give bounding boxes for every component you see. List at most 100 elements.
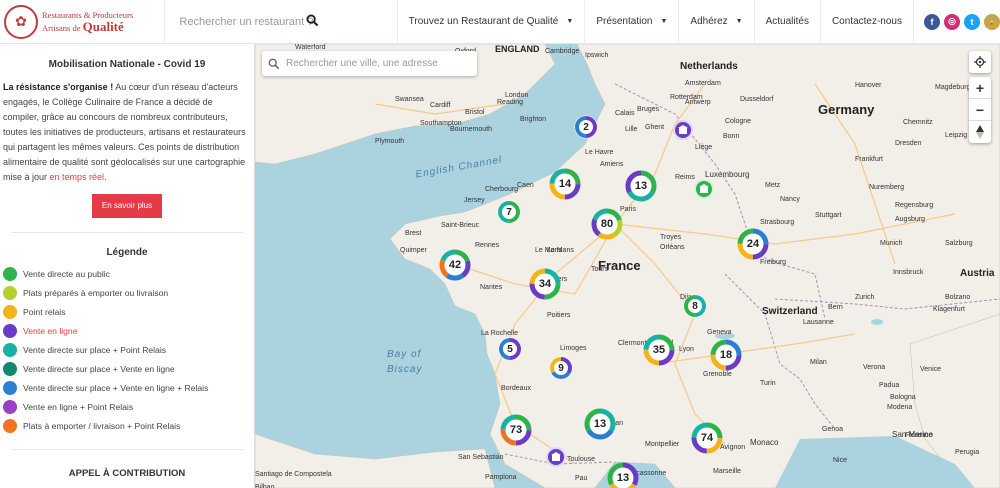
map-cluster[interactable]: 2 bbox=[574, 115, 598, 139]
cluster-count: 14 bbox=[558, 178, 572, 190]
city-label: Liège bbox=[695, 144, 713, 151]
city-label: Regensburg bbox=[895, 202, 934, 209]
search-icon[interactable] bbox=[306, 13, 319, 27]
city-label: Freiburg bbox=[760, 259, 787, 266]
city-label: Bologna bbox=[890, 394, 916, 401]
nav-item-2[interactable]: Adhérez ▼ bbox=[679, 0, 755, 44]
legend-label: Vente directe sur place + Point Relais bbox=[23, 344, 167, 355]
legend-label: Vente directe au public bbox=[23, 268, 110, 279]
legend-item[interactable]: Point relais bbox=[0, 302, 254, 321]
nav-item-label: Actualités bbox=[765, 16, 809, 27]
nav-item-3[interactable]: Actualités bbox=[755, 0, 821, 44]
city-label: Caen bbox=[517, 182, 534, 189]
site-logo[interactable]: ✿ Restaurants & Producteurs Artisans de … bbox=[0, 0, 166, 44]
city-label: Bonn bbox=[723, 133, 740, 140]
cluster-count: 2 bbox=[583, 121, 589, 133]
map-search-input[interactable] bbox=[286, 58, 466, 69]
map-cluster[interactable]: 9 bbox=[549, 356, 573, 380]
chevron-down-icon: ▼ bbox=[660, 18, 668, 25]
map-cluster[interactable]: 24 bbox=[737, 228, 769, 260]
map-cluster[interactable]: 73 bbox=[500, 414, 532, 446]
locate-icon[interactable] bbox=[969, 51, 991, 73]
city-label: London bbox=[505, 92, 529, 99]
search-icon bbox=[268, 58, 280, 69]
nav-item-1[interactable]: Présentation ▼ bbox=[585, 0, 680, 44]
legend-item[interactable]: Plats préparés à emporter ou livraison bbox=[0, 283, 254, 302]
city-label: Geneva bbox=[707, 329, 732, 336]
city-label: Amsterdam bbox=[685, 80, 721, 87]
cluster-count: 8 bbox=[692, 300, 698, 312]
map-cluster[interactable]: 42 bbox=[439, 249, 471, 281]
city-label: Bolzano bbox=[945, 294, 971, 301]
city-label: Cologne bbox=[725, 118, 752, 125]
map-view[interactable]: ENGLAND Netherlands Germany Luxembourg F… bbox=[255, 44, 1000, 488]
legend-color-dot bbox=[3, 399, 17, 414]
legend-item[interactable]: Vente directe au public bbox=[0, 264, 254, 283]
compass-reset-button[interactable] bbox=[969, 121, 991, 143]
legend-item[interactable]: Vente en ligne bbox=[0, 321, 254, 340]
city-label: Milan bbox=[810, 359, 827, 366]
city-label: San Sebastián bbox=[458, 454, 504, 461]
city-label: Troyes bbox=[660, 234, 682, 241]
city-label: Bordeaux bbox=[501, 385, 531, 392]
chevron-down-icon: ▼ bbox=[566, 18, 574, 25]
legend-item[interactable]: Vente directe sur place + Vente en ligne bbox=[0, 359, 254, 378]
legend-label: Vente directe sur place + Vente en ligne… bbox=[23, 382, 209, 393]
map-cluster[interactable]: 74 bbox=[691, 422, 723, 454]
map-marker[interactable] bbox=[673, 120, 693, 140]
city-label: Antwerp bbox=[685, 99, 711, 106]
map-marker[interactable] bbox=[694, 179, 714, 199]
map-cluster[interactable]: 5 bbox=[498, 337, 522, 361]
map-cluster[interactable]: 14 bbox=[549, 168, 581, 200]
map-cluster[interactable]: 80 bbox=[591, 208, 623, 240]
map-marker[interactable] bbox=[546, 447, 566, 467]
city-label: Orléans bbox=[660, 244, 685, 251]
logo-line2-prefix: Artisans de bbox=[42, 22, 81, 33]
cluster-count: 73 bbox=[509, 424, 523, 436]
nav-item-0[interactable]: Trouvez un Restaurant de Qualité ▼ bbox=[398, 0, 586, 44]
map-cluster[interactable]: 8 bbox=[683, 294, 707, 318]
cluster-count: 13 bbox=[634, 180, 648, 192]
city-label: Bilbao bbox=[255, 484, 275, 488]
cluster-count: 7 bbox=[506, 206, 512, 218]
instagram-icon[interactable]: ◎ bbox=[944, 13, 960, 30]
city-label: Quimper bbox=[400, 247, 427, 254]
map-label: Germany bbox=[818, 102, 875, 117]
divider bbox=[11, 449, 243, 450]
restaurant-search-input[interactable] bbox=[179, 15, 380, 28]
legend-item[interactable]: Vente directe sur place + Vente en ligne… bbox=[0, 378, 254, 397]
legend-label: Vente en ligne bbox=[23, 325, 78, 336]
cluster-count: 5 bbox=[507, 343, 513, 355]
map-cluster[interactable]: 18 bbox=[710, 339, 742, 371]
city-label: Perugia bbox=[955, 449, 980, 456]
map-cluster[interactable]: 35 bbox=[643, 334, 675, 366]
learn-more-button[interactable]: En savoir plus bbox=[92, 194, 162, 218]
zoom-out-button[interactable]: − bbox=[969, 99, 991, 121]
shop-icon bbox=[699, 184, 709, 193]
cluster-count: 35 bbox=[652, 344, 666, 356]
legend-item[interactable]: Vente directe sur place + Point Relais bbox=[0, 340, 254, 359]
lock-icon[interactable]: 🔒 bbox=[984, 13, 1000, 30]
map-cluster[interactable]: 13 bbox=[584, 408, 616, 440]
realtime-link[interactable]: en temps réel bbox=[50, 172, 105, 182]
divider bbox=[11, 232, 243, 233]
zoom-in-button[interactable]: + bbox=[969, 77, 991, 99]
map-cluster[interactable]: 13 bbox=[607, 462, 639, 488]
restaurant-search bbox=[165, 0, 398, 44]
legend-color-dot bbox=[3, 418, 17, 433]
chevron-down-icon: ▼ bbox=[735, 18, 743, 25]
city-label: Modena bbox=[887, 404, 913, 411]
top-navbar: ✿ Restaurants & Producteurs Artisans de … bbox=[0, 0, 1000, 44]
legend-label: Vente en ligne + Point Relais bbox=[23, 401, 134, 412]
map-cluster[interactable]: 7 bbox=[497, 200, 521, 224]
map-cluster[interactable]: 34 bbox=[529, 268, 561, 300]
map-cluster[interactable]: 13 bbox=[625, 170, 657, 202]
twitter-icon[interactable]: t bbox=[964, 13, 980, 30]
legend-item[interactable]: Plats à emporter / livraison + Point Rel… bbox=[0, 416, 254, 435]
legend-item[interactable]: Vente en ligne + Point Relais bbox=[0, 397, 254, 416]
logo-emblem-icon: ✿ bbox=[4, 4, 38, 39]
facebook-icon[interactable]: f bbox=[924, 13, 940, 30]
nav-item-label: Trouvez un Restaurant de Qualité bbox=[408, 16, 559, 27]
nav-item-4[interactable]: Contactez-nous bbox=[821, 0, 914, 44]
map-label: Monaco bbox=[750, 438, 779, 447]
